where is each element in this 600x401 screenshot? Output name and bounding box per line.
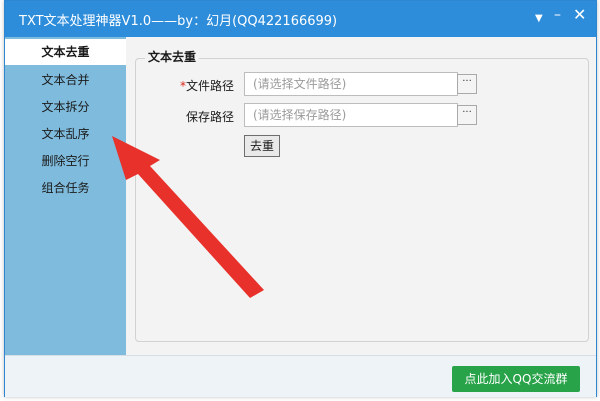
- app-window: TXT文本处理神器V1.0——by：幻月(QQ422166699) ▼ – ✕ …: [4, 0, 597, 397]
- minimize-icon[interactable]: –: [554, 7, 561, 23]
- sidebar-item-remove-blank-lines[interactable]: 删除空行: [5, 148, 126, 174]
- menu-dropdown-icon[interactable]: ▼: [535, 11, 543, 27]
- dedupe-groupbox: [135, 58, 589, 342]
- file-path-input[interactable]: [244, 72, 458, 96]
- file-path-label: *文件路径: [180, 77, 234, 94]
- footer-bar: 点此加入QQ交流群: [5, 355, 596, 397]
- sidebar-item-shuffle[interactable]: 文本乱序: [5, 121, 126, 147]
- dedupe-button[interactable]: 去重: [244, 135, 280, 157]
- sidebar-item-merge[interactable]: 文本合并: [5, 67, 126, 93]
- window-title: TXT文本处理神器V1.0——by：幻月(QQ422166699): [19, 14, 338, 29]
- save-path-input[interactable]: [244, 103, 458, 127]
- file-path-browse-button[interactable]: ···: [457, 74, 477, 94]
- title-bar[interactable]: TXT文本处理神器V1.0——by：幻月(QQ422166699) ▼ – ✕: [5, 1, 596, 37]
- close-icon[interactable]: ✕: [573, 7, 586, 23]
- save-path-browse-button[interactable]: ···: [457, 105, 477, 125]
- main-panel: 文本去重 *文件路径 ··· 保存路径 ··· 去重: [126, 37, 596, 355]
- sidebar-item-combined-task[interactable]: 组合任务: [5, 175, 126, 201]
- file-path-label-text: 文件路径: [186, 79, 235, 93]
- sidebar-item-dedupe[interactable]: 文本去重: [5, 39, 126, 65]
- sidebar-item-split[interactable]: 文本拆分: [5, 94, 126, 120]
- save-path-label: 保存路径: [186, 110, 235, 124]
- sidebar: 文本去重 文本合并 文本拆分 文本乱序 删除空行 组合任务: [5, 37, 126, 355]
- join-qq-group-button[interactable]: 点此加入QQ交流群: [452, 366, 580, 392]
- groupbox-title: 文本去重: [145, 48, 200, 65]
